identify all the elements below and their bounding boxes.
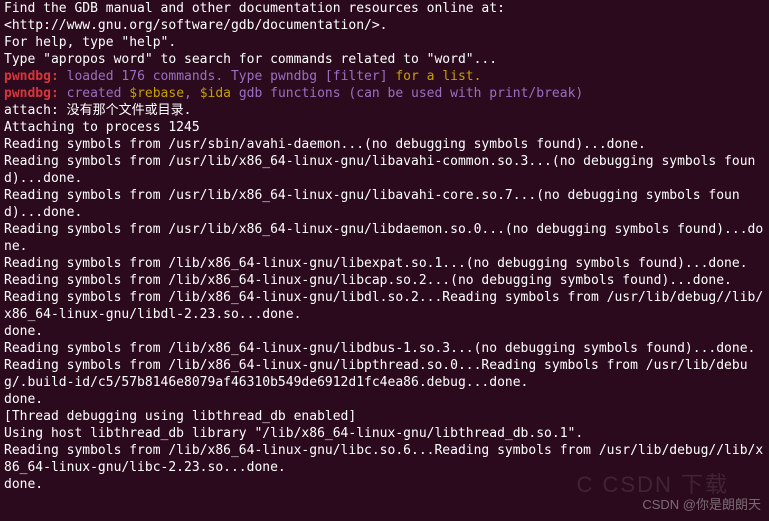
- terminal-segment: pwndbg:: [4, 86, 67, 101]
- terminal-segment: Reading symbols from /usr/lib/x86_64-lin…: [4, 222, 763, 254]
- terminal-line: done.: [4, 323, 765, 340]
- terminal-segment: for a list.: [395, 69, 481, 84]
- terminal-line: Attaching to process 1245: [4, 119, 765, 136]
- terminal-segment: Using host libthread_db library "/lib/x8…: [4, 426, 583, 441]
- terminal-line: Reading symbols from /usr/sbin/avahi-dae…: [4, 136, 765, 153]
- terminal-line: Reading symbols from /lib/x86_64-linux-g…: [4, 289, 765, 323]
- terminal-line: Reading symbols from /usr/lib/x86_64-lin…: [4, 187, 765, 221]
- terminal-segment: Reading symbols from /lib/x86_64-linux-g…: [4, 273, 732, 288]
- terminal-line: Reading symbols from /usr/lib/x86_64-lin…: [4, 221, 765, 255]
- watermark-text: CSDN @你是朗朗天: [642, 496, 761, 513]
- terminal-line: Type "apropos word" to search for comman…: [4, 51, 765, 68]
- terminal-segment: loaded 176 commands. Type: [67, 69, 271, 84]
- terminal-segment: Find the GDB manual and other documentat…: [4, 1, 505, 16]
- terminal-line: For help, type "help".: [4, 34, 765, 51]
- terminal-segment: Reading symbols from /usr/lib/x86_64-lin…: [4, 188, 740, 220]
- terminal-line: done.: [4, 391, 765, 408]
- terminal-segment: Attaching to process 1245: [4, 120, 200, 135]
- terminal-segment: pwndbg:: [4, 69, 67, 84]
- terminal-output[interactable]: Find the GDB manual and other documentat…: [0, 0, 769, 493]
- terminal-segment: done.: [4, 477, 43, 492]
- terminal-line: pwndbg: loaded 176 commands. Type pwndbg…: [4, 68, 765, 85]
- terminal-segment: attach: 没有那个文件或目录.: [4, 103, 191, 118]
- terminal-segment: done.: [4, 324, 43, 339]
- terminal-segment: Reading symbols from /lib/x86_64-linux-g…: [4, 290, 763, 322]
- terminal-segment: Reading symbols from /lib/x86_64-linux-g…: [4, 256, 748, 271]
- terminal-line: [Thread debugging using libthread_db ena…: [4, 408, 765, 425]
- terminal-segment: $ida: [200, 86, 239, 101]
- terminal-line: Reading symbols from /lib/x86_64-linux-g…: [4, 442, 765, 476]
- terminal-line: attach: 没有那个文件或目录.: [4, 102, 765, 119]
- terminal-segment: Reading symbols from /lib/x86_64-linux-g…: [4, 358, 748, 390]
- terminal-line: Reading symbols from /lib/x86_64-linux-g…: [4, 272, 765, 289]
- terminal-line: Find the GDB manual and other documentat…: [4, 0, 765, 17]
- terminal-segment: Reading symbols from /lib/x86_64-linux-g…: [4, 341, 755, 356]
- terminal-segment: Reading symbols from /lib/x86_64-linux-g…: [4, 443, 763, 475]
- terminal-line: Reading symbols from /lib/x86_64-linux-g…: [4, 340, 765, 357]
- watermark-ghost: C CSDN 下载: [577, 476, 729, 493]
- terminal-line: Reading symbols from /lib/x86_64-linux-g…: [4, 255, 765, 272]
- terminal-line: <http://www.gnu.org/software/gdb/documen…: [4, 17, 765, 34]
- terminal-segment: Reading symbols from /usr/lib/x86_64-lin…: [4, 154, 755, 186]
- terminal-segment: created: [67, 86, 130, 101]
- terminal-segment: Reading symbols from /usr/sbin/avahi-dae…: [4, 137, 646, 152]
- terminal-line: Using host libthread_db library "/lib/x8…: [4, 425, 765, 442]
- terminal-segment: <http://www.gnu.org/software/gdb/documen…: [4, 18, 388, 33]
- terminal-segment: gdb functions (can be used with print/br…: [239, 86, 583, 101]
- terminal-line: Reading symbols from /lib/x86_64-linux-g…: [4, 357, 765, 391]
- terminal-segment: pwndbg [filter]: [270, 69, 395, 84]
- terminal-line: Reading symbols from /usr/lib/x86_64-lin…: [4, 153, 765, 187]
- terminal-segment: done.: [4, 392, 43, 407]
- terminal-segment: ,: [184, 86, 200, 101]
- terminal-segment: [Thread debugging using libthread_db ena…: [4, 409, 356, 424]
- terminal-line: pwndbg: created $rebase, $ida gdb functi…: [4, 85, 765, 102]
- terminal-segment: $rebase: [129, 86, 184, 101]
- terminal-segment: For help, type "help".: [4, 35, 176, 50]
- terminal-segment: Type "apropos word" to search for comman…: [4, 52, 497, 67]
